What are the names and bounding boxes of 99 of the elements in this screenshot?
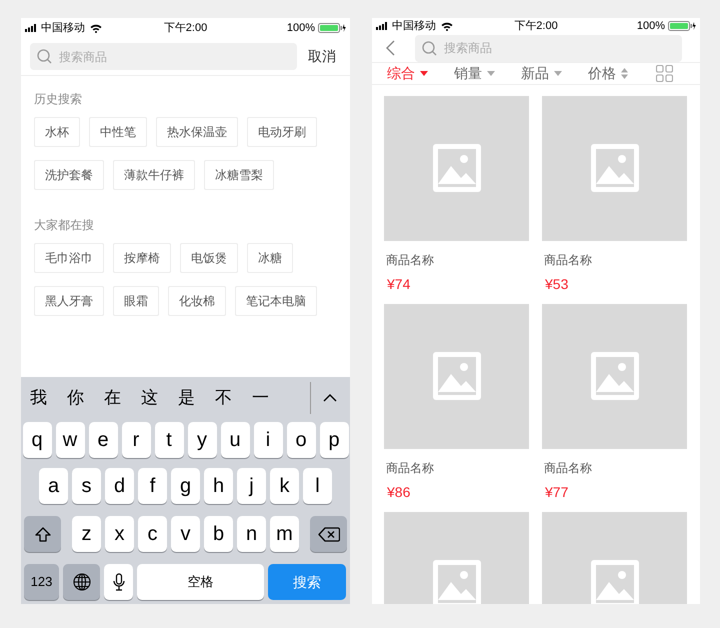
letter-key[interactable]: m bbox=[270, 516, 299, 552]
letter-key[interactable]: v bbox=[171, 516, 200, 552]
candidate-word[interactable]: 这 bbox=[141, 384, 158, 410]
search-tag[interactable]: 冰糖雪梨 bbox=[204, 160, 274, 190]
search-tag[interactable]: 眼霜 bbox=[113, 286, 159, 316]
caret-icon bbox=[554, 70, 562, 76]
microphone-icon bbox=[112, 573, 124, 591]
backspace-icon bbox=[318, 526, 340, 542]
signal-icon bbox=[376, 22, 390, 30]
carrier-name: 中国移动 bbox=[41, 20, 85, 36]
letter-key[interactable]: w bbox=[56, 422, 84, 458]
letter-key[interactable]: u bbox=[220, 422, 250, 458]
search-tag[interactable]: 薄款牛仔裤 bbox=[113, 160, 195, 190]
sort-tab[interactable]: 新品 bbox=[521, 62, 588, 84]
delete-key[interactable] bbox=[310, 516, 347, 552]
search-icon bbox=[422, 40, 437, 56]
product-name: 商品名称 bbox=[385, 460, 435, 476]
letter-key[interactable]: d bbox=[105, 468, 134, 504]
sort-tab[interactable]: 销量 bbox=[454, 62, 521, 84]
search-tag[interactable]: 毛巾浴巾 bbox=[34, 243, 104, 273]
letter-key[interactable]: j bbox=[237, 468, 266, 504]
battery-icon bbox=[668, 21, 696, 32]
letter-key[interactable]: x bbox=[105, 516, 134, 552]
sort-arrows-icon bbox=[621, 68, 628, 78]
letter-key[interactable]: p bbox=[320, 422, 348, 458]
product-price: ¥53 bbox=[544, 274, 570, 294]
letter-key[interactable]: z bbox=[72, 516, 101, 552]
letter-key[interactable]: c bbox=[138, 516, 167, 552]
image-icon bbox=[432, 144, 480, 192]
letter-key[interactable]: g bbox=[171, 468, 200, 504]
letter-key[interactable]: b bbox=[204, 516, 233, 552]
product-price: ¥86 bbox=[386, 482, 412, 502]
image-icon bbox=[590, 352, 638, 400]
letter-key[interactable]: i bbox=[254, 422, 282, 458]
candidate-word[interactable]: 一 bbox=[252, 384, 269, 410]
status-time: 下午2:00 bbox=[164, 20, 208, 36]
candidate-word[interactable]: 你 bbox=[67, 384, 84, 410]
candidate-word[interactable]: 我 bbox=[30, 384, 47, 410]
image-icon bbox=[590, 144, 638, 192]
letter-key[interactable]: a bbox=[39, 468, 68, 504]
search-tag[interactable]: 洗护套餐 bbox=[34, 160, 104, 190]
product-name: 商品名称 bbox=[385, 252, 435, 268]
letter-key[interactable]: t bbox=[154, 422, 184, 458]
back-icon[interactable] bbox=[386, 40, 395, 56]
letter-key[interactable]: h bbox=[204, 468, 233, 504]
status-time: 下午2:00 bbox=[514, 19, 558, 34]
caret-icon bbox=[420, 70, 428, 76]
globe-key[interactable] bbox=[63, 564, 100, 600]
shift-icon bbox=[34, 526, 50, 542]
product-name: 商品名称 bbox=[543, 460, 593, 476]
candidate-word[interactable]: 不 bbox=[215, 384, 232, 410]
candidate-word[interactable]: 是 bbox=[178, 384, 195, 410]
battery-icon bbox=[318, 23, 346, 33]
letter-key[interactable]: f bbox=[138, 468, 167, 504]
search-tag[interactable]: 电饭煲 bbox=[180, 243, 238, 273]
letter-key[interactable]: q bbox=[22, 422, 52, 458]
caret-icon bbox=[487, 70, 495, 76]
letter-key[interactable]: o bbox=[286, 422, 316, 458]
section-title: 大家都在搜 bbox=[34, 217, 95, 234]
wifi-icon bbox=[90, 24, 102, 32]
sort-tab[interactable]: 综合 bbox=[387, 62, 454, 84]
numbers-key[interactable]: 123 bbox=[24, 564, 59, 600]
globe-icon bbox=[72, 573, 90, 591]
sort-tab[interactable]: 价格 bbox=[588, 62, 655, 84]
search-tag[interactable]: 黑人牙膏 bbox=[34, 286, 104, 316]
wifi-icon bbox=[441, 22, 453, 31]
search-tag[interactable]: 水杯 bbox=[34, 117, 80, 147]
chevron-up-icon[interactable] bbox=[323, 394, 337, 402]
microphone-key[interactable] bbox=[104, 564, 133, 600]
product-price: ¥77 bbox=[544, 482, 570, 502]
search-tag[interactable]: 电动牙刷 bbox=[247, 117, 317, 147]
image-icon bbox=[432, 352, 480, 400]
letter-key[interactable]: r bbox=[122, 422, 150, 458]
letter-key[interactable]: n bbox=[237, 516, 266, 552]
battery-percent: 100% bbox=[636, 19, 665, 34]
search-tag[interactable]: 中性笔 bbox=[89, 117, 147, 147]
product-name: 商品名称 bbox=[543, 252, 593, 268]
search-tag[interactable]: 笔记本电脑 bbox=[235, 286, 317, 316]
letter-key[interactable]: y bbox=[188, 422, 216, 458]
section-title: 历史搜索 bbox=[34, 91, 83, 108]
battery-percent: 100% bbox=[286, 20, 315, 36]
search-tag[interactable]: 冰糖 bbox=[247, 243, 293, 273]
letter-key[interactable]: l bbox=[303, 468, 332, 504]
product-price: ¥74 bbox=[386, 274, 412, 294]
search-field[interactable]: 搜索商品 bbox=[30, 43, 297, 70]
space-key[interactable]: 空格 bbox=[137, 564, 264, 600]
signal-icon bbox=[25, 24, 39, 32]
shift-key[interactable] bbox=[24, 516, 61, 552]
letter-key[interactable]: s bbox=[72, 468, 101, 504]
search-tag[interactable]: 按摩椅 bbox=[113, 243, 171, 273]
carrier-name: 中国移动 bbox=[392, 19, 436, 34]
candidate-word[interactable]: 在 bbox=[104, 384, 121, 410]
search-tag[interactable]: 化妆棉 bbox=[168, 286, 226, 316]
search-tag[interactable]: 热水保温壶 bbox=[156, 117, 238, 147]
letter-key[interactable]: e bbox=[88, 422, 118, 458]
search-field[interactable]: 搜索商品 bbox=[415, 34, 682, 62]
letter-key[interactable]: k bbox=[270, 468, 299, 504]
cancel-button[interactable]: 取消 bbox=[308, 46, 336, 67]
search-icon bbox=[37, 49, 52, 64]
